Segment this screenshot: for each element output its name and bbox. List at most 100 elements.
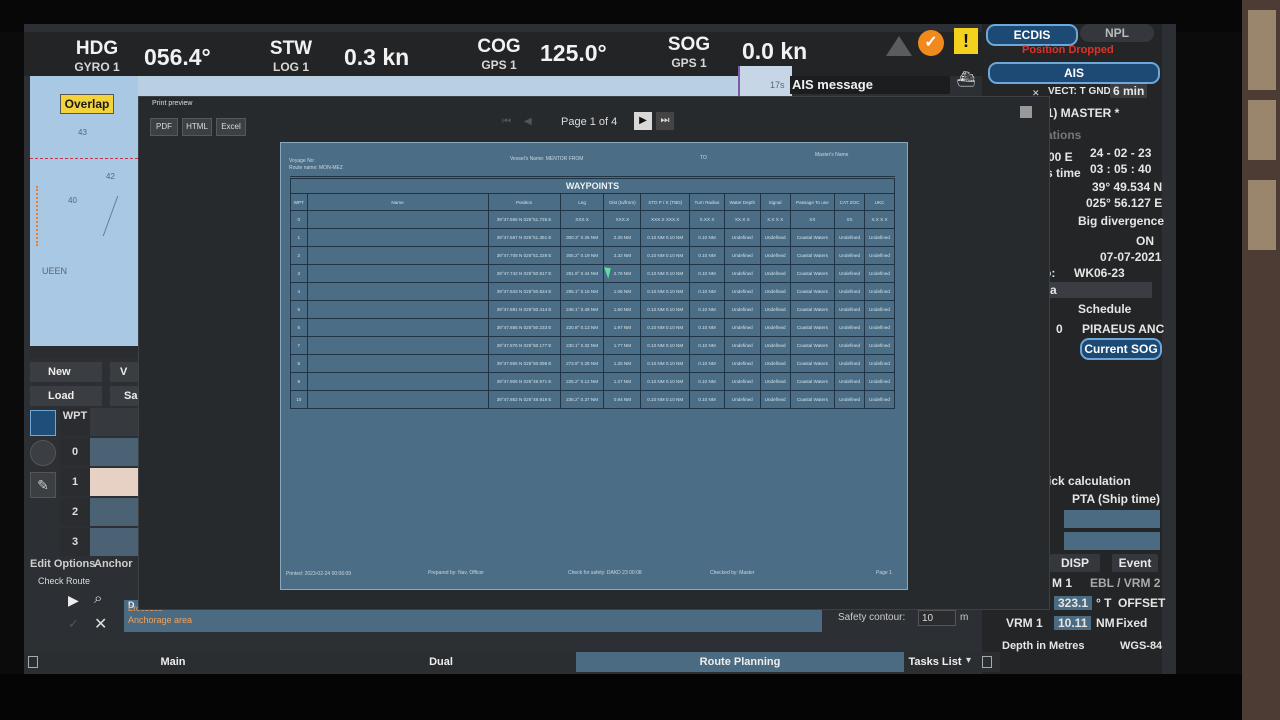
close-icon[interactable]: ✕ — [94, 614, 107, 634]
destination-port[interactable]: PIRAEUS ANC — [1082, 322, 1164, 336]
table-cell: 1 — [290, 228, 308, 247]
datum-label: WGS-84 — [1120, 640, 1163, 652]
next-page-icon[interactable]: ▶ — [634, 112, 652, 130]
table-cell: 39°47.742 N 025°50.917 E — [487, 264, 561, 283]
event-button[interactable]: Event — [1112, 554, 1158, 572]
tab-dual[interactable]: Dual — [308, 652, 574, 672]
table-cell — [306, 336, 489, 355]
table-row: 8 39°47.855 N 025°50.098 E 273.9° 0.29 NM 1… — [290, 354, 895, 373]
first-page-icon[interactable]: ⏮ — [502, 116, 511, 127]
table-cell: Undefined — [864, 372, 895, 391]
table-cell: Undefined — [759, 300, 791, 319]
anchor-tab[interactable]: Anchor — [94, 558, 133, 570]
table-cell: Undefined — [864, 318, 895, 337]
table-cell: Undefined — [759, 318, 791, 337]
table-cell: 220.8° 0.13 NM — [559, 318, 605, 337]
ais-message-banner[interactable]: AIS message — [790, 76, 950, 94]
schedule-select[interactable]: ta — [1042, 282, 1152, 298]
check-warning-icon[interactable]: ✓ — [918, 30, 944, 56]
new-route-button[interactable]: New — [30, 362, 102, 382]
table-cell: Coastal Waters — [789, 264, 836, 283]
alert-triangle-icon[interactable] — [886, 36, 912, 56]
last-page-icon[interactable]: ⏭ — [656, 112, 674, 130]
disp-button[interactable]: DISP — [1050, 554, 1100, 572]
table-cell — [306, 354, 489, 373]
save-button[interactable]: Sa — [110, 386, 138, 406]
table-cell: 305.2° 0.19 NM — [559, 246, 605, 265]
ebl-value-input[interactable]: 323.1 — [1054, 596, 1093, 610]
sog-source: GPS 1 — [671, 56, 707, 70]
ecdis-button[interactable]: ECDIS — [986, 24, 1078, 46]
table-cell: Undefined — [864, 390, 895, 409]
tab-main[interactable]: Main — [40, 652, 306, 672]
overlap-badge[interactable]: Overlap — [60, 94, 114, 114]
table-cell: X.X X X — [864, 210, 895, 229]
wpt-row-cell[interactable] — [90, 498, 138, 526]
wpt-row-number[interactable]: 3 — [60, 528, 90, 556]
fixed-toggle[interactable]: Fixed — [1116, 616, 1147, 630]
table-cell: 0.10 NM — [689, 282, 725, 301]
wpt-row-cell[interactable] — [90, 438, 138, 466]
table-cell: XXX.X XXX.X — [640, 210, 691, 229]
table-cell: 0.10 NM 0.10 NM — [640, 282, 691, 301]
table-cell: XXX.X — [559, 210, 605, 229]
route-owner[interactable]: 01) MASTER * — [1040, 106, 1119, 120]
wpt-row-number[interactable]: 1 — [60, 468, 90, 496]
col-header: Leg — [559, 193, 605, 211]
message-line-2: Anchorage area — [128, 615, 193, 625]
html-button[interactable]: HTML — [182, 118, 212, 136]
panel-toggle-icon[interactable] — [982, 656, 992, 668]
wpt-row-number[interactable]: 0 — [60, 438, 90, 466]
wpt-row-cell-selected[interactable] — [90, 468, 138, 496]
play-icon[interactable]: ▶ — [68, 592, 79, 609]
compass-icon[interactable] — [30, 440, 56, 466]
exclamation-icon[interactable]: ! — [954, 28, 978, 54]
wpt-row-number[interactable]: 2 — [60, 498, 90, 526]
ais-button[interactable]: AIS — [988, 62, 1160, 84]
panel-toggle-icon[interactable] — [28, 656, 38, 668]
tab-route-planning[interactable]: Route Planning — [576, 652, 904, 672]
view-button[interactable]: V — [110, 362, 138, 382]
edit-options-tab[interactable]: Edit Options — [30, 558, 95, 570]
safety-contour-input[interactable]: 10 — [918, 610, 956, 626]
table-cell: X.XX X — [689, 210, 725, 229]
check-icon[interactable]: ✓ — [68, 616, 79, 632]
pta-field[interactable] — [1064, 532, 1160, 550]
table-cell: Coastal Waters — [789, 354, 836, 373]
close-icon[interactable]: ✕ — [1032, 88, 1040, 99]
pta-field[interactable] — [1064, 510, 1160, 528]
offset-button[interactable]: OFFSET — [1118, 596, 1165, 610]
table-cell: 8 — [290, 354, 308, 373]
ship-icon[interactable]: ⛴ — [954, 70, 978, 90]
tasks-list-button[interactable]: Tasks List — [904, 652, 966, 672]
excel-button[interactable]: Excel — [216, 118, 246, 136]
table-cell: Coastal Waters — [789, 228, 836, 247]
vrm1-button[interactable]: VRM 1 — [1006, 616, 1043, 630]
schedule-index[interactable]: 0 — [1056, 322, 1063, 336]
pencil-icon[interactable]: ✎ — [30, 472, 56, 498]
load-route-button[interactable]: Load — [30, 386, 102, 406]
vrm-unit: NM — [1096, 616, 1115, 630]
save-icon[interactable] — [1020, 106, 1032, 118]
wpt-row-cell[interactable] — [90, 528, 138, 556]
quick-calculation-label: ick calculation — [1048, 474, 1131, 488]
vector-time-select[interactable]: 6 min — [1110, 84, 1148, 98]
npl-button[interactable]: NPL — [1080, 24, 1154, 42]
previous-page-icon[interactable]: ◀ — [524, 116, 532, 127]
table-cell: Coastal Waters — [789, 246, 836, 265]
table-cell: 6 — [290, 318, 308, 337]
search-icon[interactable]: ⌕ — [94, 590, 102, 607]
table-cell: 39°47.876 N 025°50.177 E — [487, 336, 561, 355]
chevron-down-icon[interactable]: ▾ — [966, 655, 971, 666]
nautical-chart[interactable]: 43 42 40 UEEN — [30, 76, 145, 346]
pdf-button[interactable]: PDF — [150, 118, 178, 136]
waypoints-table: WAYPOINTS WPT Name Position Leg Dist (to… — [290, 178, 895, 409]
waypoints-title: WAYPOINTS — [290, 178, 895, 194]
table-row: 9 39°47.906 N 025°49.971 E 225.2° 0.12 NM 1… — [290, 372, 895, 391]
table-cell — [306, 318, 489, 337]
table-cell: Undefined — [864, 282, 895, 301]
route-icon[interactable] — [30, 410, 56, 436]
hdg-label: HDG — [75, 38, 119, 59]
current-sog-button[interactable]: Current SOG — [1080, 338, 1162, 360]
vrm-value-input[interactable]: 10.11 — [1054, 616, 1092, 630]
